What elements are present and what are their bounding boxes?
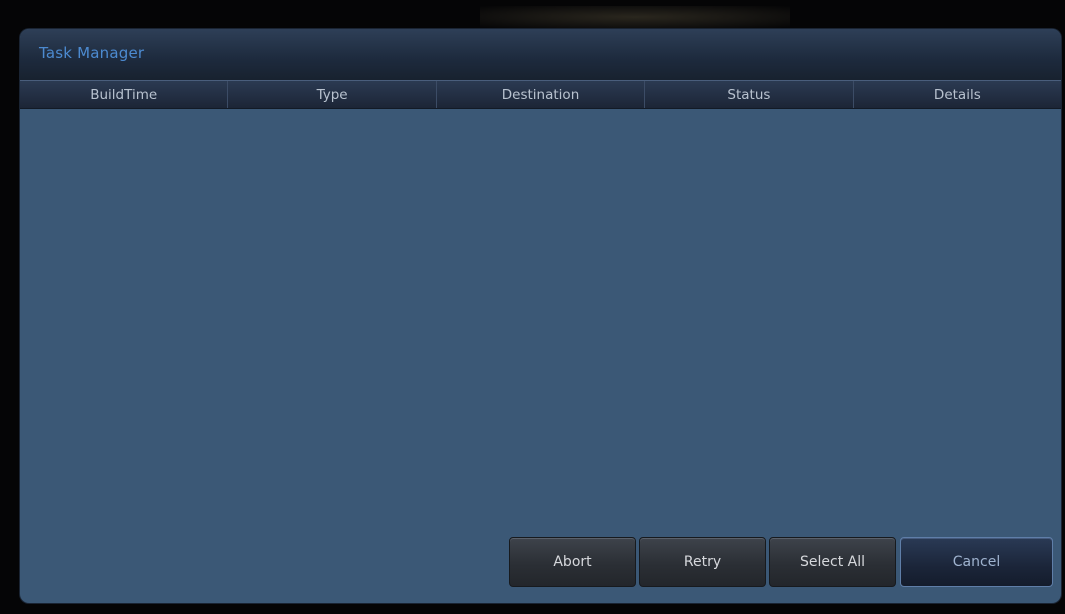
column-header-type[interactable]: Type (228, 81, 437, 108)
column-header-details[interactable]: Details (854, 81, 1061, 108)
background-artifact (480, 6, 790, 28)
column-header-status[interactable]: Status (645, 81, 854, 108)
dialog-titlebar[interactable]: Task Manager (20, 29, 1061, 80)
task-manager-dialog: Task Manager BuildTime Type Destination … (20, 29, 1061, 603)
retry-button[interactable]: Retry (639, 537, 766, 587)
cancel-button[interactable]: Cancel (900, 537, 1053, 587)
abort-button[interactable]: Abort (509, 537, 636, 587)
task-list-area[interactable] (20, 109, 1061, 529)
dialog-title: Task Manager (39, 44, 145, 62)
column-header-destination[interactable]: Destination (437, 81, 646, 108)
column-header-buildtime[interactable]: BuildTime (20, 81, 229, 108)
table-header-row: BuildTime Type Destination Status Detail… (20, 80, 1061, 109)
select-all-button[interactable]: Select All (769, 537, 896, 587)
dialog-button-bar: Abort Retry Select All Cancel (509, 537, 1053, 587)
